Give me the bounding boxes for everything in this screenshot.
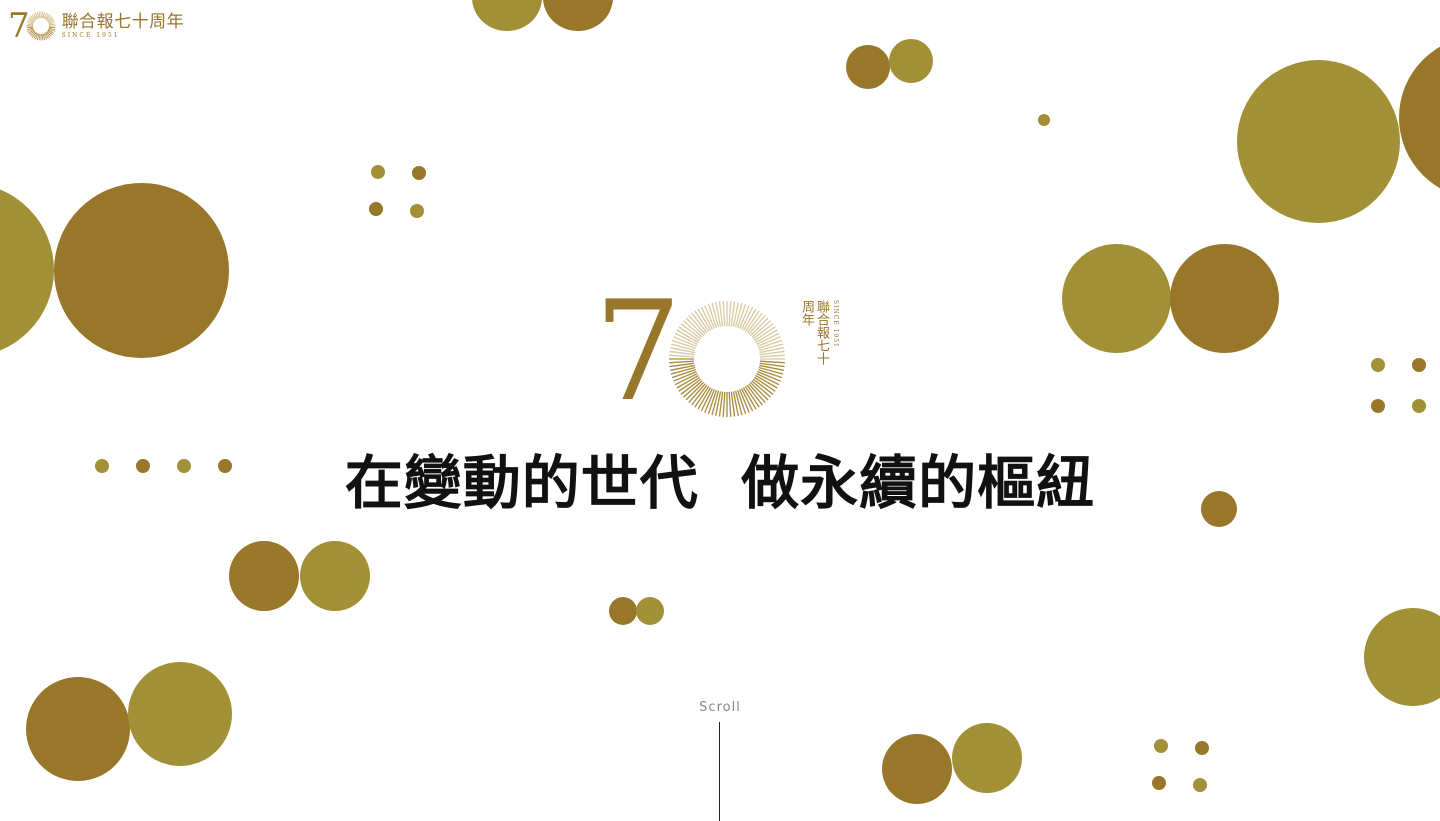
header-logo-name: 聯合報七十周年	[61, 12, 185, 32]
decor-circle	[889, 39, 933, 83]
decor-dot	[1193, 778, 1207, 792]
decor-dot	[1154, 739, 1168, 753]
decor-circle	[609, 597, 637, 625]
decor-dot	[369, 202, 383, 216]
decor-circle	[26, 677, 130, 781]
decor-circle	[0, 183, 54, 357]
decor-dot	[410, 204, 424, 218]
decor-dot	[1195, 741, 1209, 755]
header-logo-since: SINCE 1951	[61, 32, 120, 39]
decor-circle	[543, 0, 613, 31]
decor-dot	[1371, 358, 1385, 372]
decor-dot	[1412, 399, 1426, 413]
decor-circle	[882, 734, 952, 804]
decor-circle	[54, 183, 229, 358]
decor-circle	[952, 723, 1022, 793]
decor-circle	[229, 541, 299, 611]
decor-circle	[300, 541, 370, 611]
decor-dot	[1038, 114, 1050, 126]
decor-dot	[412, 166, 426, 180]
anniversary-logo: 7 聯合報七十周年 SINCE 1951	[594, 283, 854, 421]
decor-circle	[1237, 60, 1400, 223]
decor-circle	[472, 0, 542, 31]
decor-circle	[1364, 608, 1440, 706]
decor-dot	[1371, 399, 1385, 413]
logo-name: 聯合報七十周年	[799, 300, 829, 365]
decor-circle	[1170, 244, 1279, 353]
decor-dot	[371, 165, 385, 179]
logo-since: SINCE 1951	[832, 300, 839, 348]
sunburst-ring-icon	[26, 11, 56, 41]
decor-circle	[1399, 36, 1440, 199]
scroll-label[interactable]: Scroll	[690, 700, 750, 715]
decor-circle	[128, 662, 232, 766]
decor-circle	[636, 597, 664, 625]
page: 7 聯合報七十周年 SINCE 1951 7 聯合報七十周年 SINCE 195…	[0, 0, 1440, 821]
header-logo[interactable]: 7 聯合報七十周年 SINCE 1951	[8, 8, 184, 44]
decor-circle	[1062, 244, 1171, 353]
sunburst-ring-icon	[669, 301, 785, 417]
hero-headline: 在變動的世代 做永續的樞紐	[344, 449, 1096, 517]
decor-circle	[846, 45, 890, 89]
decor-dot	[1412, 358, 1426, 372]
decor-dot	[1152, 776, 1166, 790]
scroll-indicator-line	[719, 722, 720, 821]
